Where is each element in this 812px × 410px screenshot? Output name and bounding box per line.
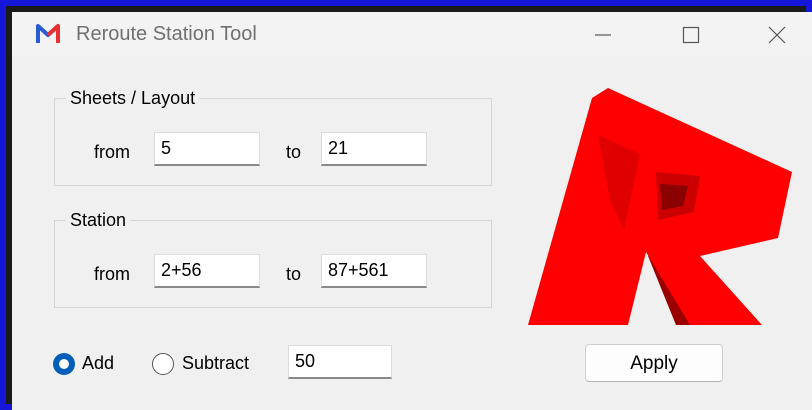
close-icon — [768, 26, 786, 44]
apply-button[interactable]: Apply — [585, 344, 723, 382]
sheets-to-input[interactable] — [321, 132, 427, 166]
station-to-label: to — [286, 264, 302, 284]
window-frame: Reroute Station Tool Sheets / Layout fro… — [0, 0, 812, 410]
sheets-to-label: to — [286, 142, 302, 162]
station-group-title: Station — [66, 210, 131, 231]
add-label[interactable]: Add — [82, 353, 114, 374]
subtract-radio[interactable] — [152, 353, 174, 375]
minimize-icon — [595, 34, 611, 36]
m-logo-icon — [36, 24, 60, 43]
app-window: Reroute Station Tool Sheets / Layout fro… — [12, 12, 812, 410]
sheets-from-label: from — [94, 142, 130, 162]
close-button[interactable] — [754, 20, 800, 50]
window-title: Reroute Station Tool — [76, 23, 257, 45]
station-to-input[interactable] — [321, 254, 427, 288]
title-bar[interactable]: Reroute Station Tool — [12, 12, 812, 56]
amount-input[interactable] — [288, 345, 392, 379]
add-radio[interactable] — [53, 353, 75, 375]
sheets-from-input[interactable] — [154, 132, 260, 166]
maximize-button[interactable] — [668, 20, 714, 50]
station-from-input[interactable] — [154, 254, 260, 288]
station-from-label: from — [94, 264, 130, 284]
r-logo-icon — [528, 88, 792, 325]
minimize-button[interactable] — [580, 20, 626, 50]
maximize-icon — [682, 26, 700, 44]
sheets-group-title: Sheets / Layout — [66, 88, 200, 109]
subtract-label[interactable]: Subtract — [182, 353, 249, 374]
